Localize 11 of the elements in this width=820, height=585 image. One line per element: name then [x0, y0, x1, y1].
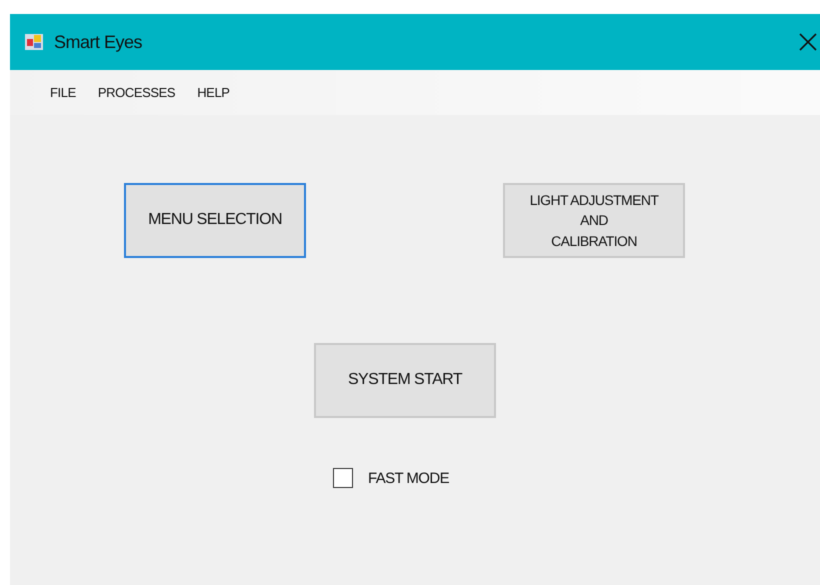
app-icon — [24, 32, 44, 52]
checkbox[interactable] — [333, 468, 353, 488]
close-icon[interactable] — [798, 32, 818, 52]
menu-item[interactable]: HELP — [189, 81, 238, 104]
menu-item[interactable]: PROCESSES — [90, 81, 184, 104]
checkbox-label[interactable]: FAST MODE — [368, 470, 450, 486]
action-button[interactable]: MENU SELECTION — [124, 183, 306, 258]
window-title: Smart Eyes — [54, 32, 142, 52]
action-button[interactable]: SYSTEM START — [314, 343, 496, 418]
action-button[interactable]: LIGHT ADJUSTMENT AND CALIBRATION — [503, 183, 685, 258]
menu-item[interactable]: FILE — [42, 81, 84, 104]
